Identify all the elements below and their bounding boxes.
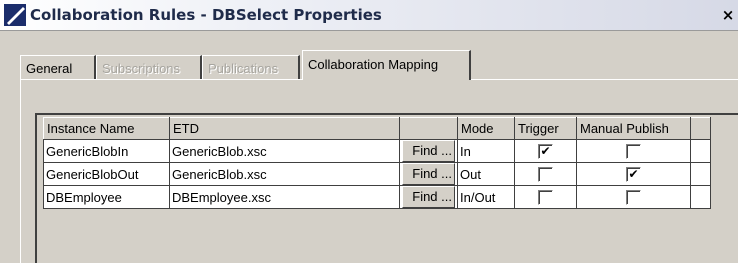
blank-cell xyxy=(690,139,711,163)
window-title: Collaboration Rules - DBSelect Propertie… xyxy=(30,6,382,24)
instance-name-cell[interactable]: GenericBlobIn xyxy=(43,139,170,163)
tab-general[interactable]: General xyxy=(20,55,96,80)
close-icon[interactable]: × xyxy=(720,6,736,24)
table-row: DBEmployee DBEmployee.xsc Find ... In/Ou… xyxy=(43,185,711,209)
app-icon xyxy=(4,4,26,26)
column-header-blank xyxy=(690,117,711,140)
trigger-cell xyxy=(514,185,577,209)
find-button[interactable]: Find ... xyxy=(402,186,455,208)
trigger-checkbox[interactable]: ✔ xyxy=(538,144,553,160)
manual-publish-cell: ✔ xyxy=(576,162,691,186)
trigger-cell xyxy=(514,162,577,186)
find-cell: Find ... xyxy=(399,162,458,186)
column-header-manual-publish[interactable]: Manual Publish xyxy=(576,117,691,140)
column-header-trigger[interactable]: Trigger xyxy=(514,117,577,140)
blank-cell xyxy=(690,162,711,186)
manual-publish-checkbox[interactable]: ✔ xyxy=(626,167,641,183)
instance-name-cell[interactable]: DBEmployee xyxy=(43,185,170,209)
manual-publish-cell xyxy=(576,185,691,209)
find-cell: Find ... xyxy=(399,139,458,163)
properties-dialog: Collaboration Rules - DBSelect Propertie… xyxy=(0,0,738,263)
find-button[interactable]: Find ... xyxy=(402,140,455,162)
mode-cell[interactable]: In/Out xyxy=(457,185,515,209)
column-header-instance-name[interactable]: Instance Name xyxy=(43,117,170,140)
checkmark-icon: ✔ xyxy=(540,144,551,159)
trigger-cell: ✔ xyxy=(514,139,577,163)
tab-publications[interactable]: Publications xyxy=(202,55,300,80)
tab-subscriptions[interactable]: Subscriptions xyxy=(96,55,202,80)
etd-cell[interactable]: DBEmployee.xsc xyxy=(169,185,400,209)
title-bar: Collaboration Rules - DBSelect Propertie… xyxy=(0,0,738,31)
blank-cell xyxy=(690,185,711,209)
column-header-find xyxy=(399,117,458,140)
tab-collaboration-mapping[interactable]: Collaboration Mapping xyxy=(302,50,471,80)
table-row: GenericBlobIn GenericBlob.xsc Find ... I… xyxy=(43,139,711,163)
trigger-checkbox[interactable] xyxy=(538,167,553,183)
column-header-etd[interactable]: ETD xyxy=(169,117,400,140)
table-row: GenericBlobOut GenericBlob.xsc Find ... … xyxy=(43,162,711,186)
manual-publish-checkbox[interactable] xyxy=(626,190,641,206)
checkmark-icon: ✔ xyxy=(628,167,639,182)
instance-name-cell[interactable]: GenericBlobOut xyxy=(43,162,170,186)
find-cell: Find ... xyxy=(399,185,458,209)
column-header-mode[interactable]: Mode xyxy=(457,117,515,140)
table-header-row: Instance Name ETD Mode Trigger Manual Pu… xyxy=(43,117,711,140)
collaboration-mapping-page: Instance Name ETD Mode Trigger Manual Pu… xyxy=(20,79,738,263)
mode-cell[interactable]: Out xyxy=(457,162,515,186)
find-button[interactable]: Find ... xyxy=(402,163,455,185)
manual-publish-cell xyxy=(576,139,691,163)
mode-cell[interactable]: In xyxy=(457,139,515,163)
manual-publish-checkbox[interactable] xyxy=(626,144,641,160)
etd-cell[interactable]: GenericBlob.xsc xyxy=(169,139,400,163)
trigger-checkbox[interactable] xyxy=(538,190,553,206)
etd-cell[interactable]: GenericBlob.xsc xyxy=(169,162,400,186)
mapping-table-frame: Instance Name ETD Mode Trigger Manual Pu… xyxy=(35,113,738,263)
mapping-table: Instance Name ETD Mode Trigger Manual Pu… xyxy=(43,117,711,209)
